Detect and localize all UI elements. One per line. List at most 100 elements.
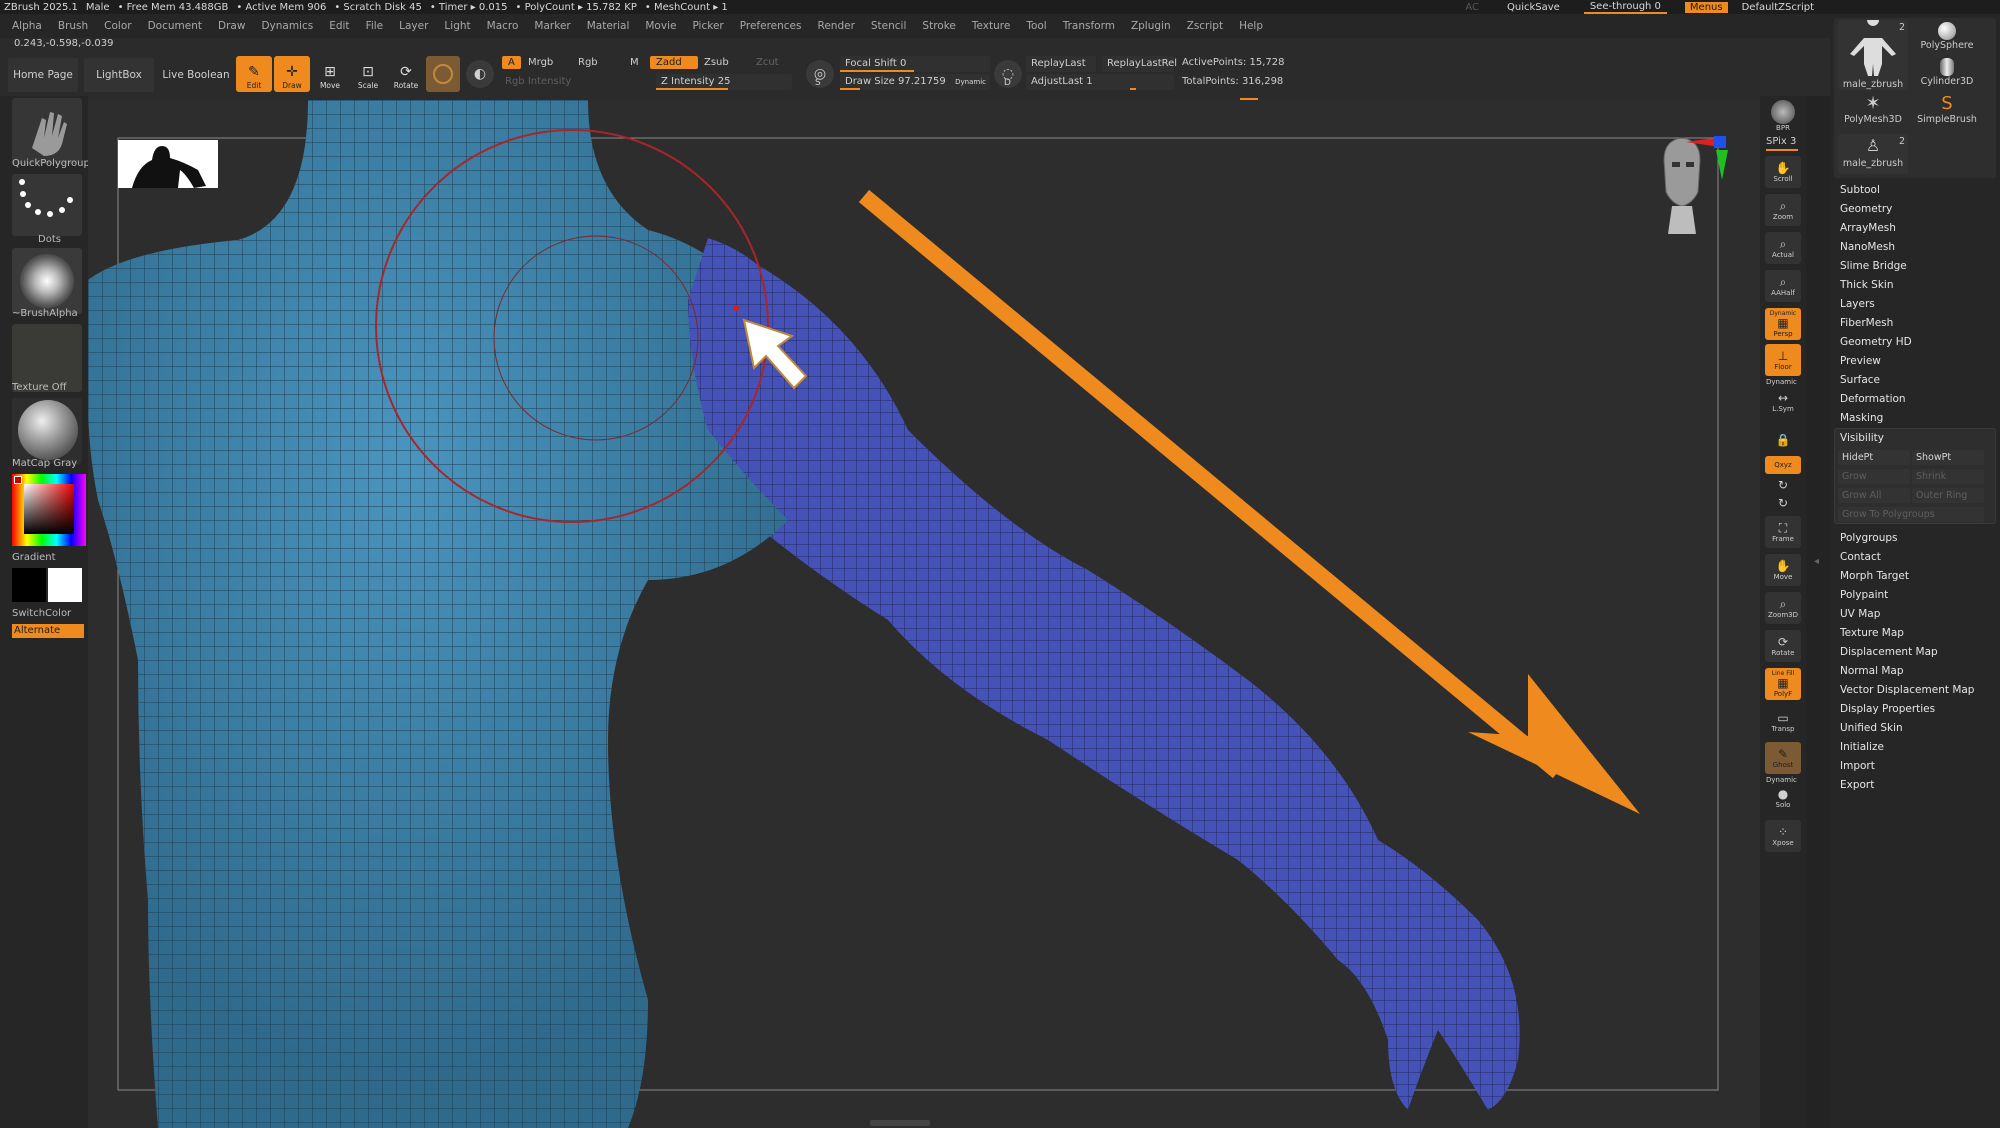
actual-button[interactable]: ⌕ Actual <box>1765 232 1801 264</box>
polypaint-menu[interactable]: Polypaint <box>1840 589 1888 601</box>
menu-stroke[interactable]: Stroke <box>914 20 963 32</box>
zadd-button[interactable]: Zadd <box>650 56 698 69</box>
menu-macro[interactable]: Macro <box>479 20 527 32</box>
rgb-button[interactable]: Rgb <box>578 57 598 68</box>
rotate3d-button[interactable]: ⟳ Rotate <box>1765 630 1801 662</box>
scroll-button[interactable]: ✋ Scroll <box>1765 156 1801 188</box>
uv-map-menu[interactable]: UV Map <box>1840 608 1880 620</box>
fibermesh-menu[interactable]: FiberMesh <box>1840 317 1893 329</box>
palette-divider[interactable]: ◂ <box>1806 96 1830 1128</box>
move3d-button[interactable]: ✋ Move <box>1765 554 1801 586</box>
vector-displacement-map-menu[interactable]: Vector Displacement Map <box>1840 684 1974 696</box>
secondary-color-swatch[interactable] <box>48 568 82 602</box>
rotate-y-button[interactable]: ↻ <box>1765 476 1801 494</box>
tool-thumb-simplebrush[interactable]: S SimpleBrush <box>1912 94 1982 132</box>
menu-movie[interactable]: Movie <box>637 20 684 32</box>
m-button[interactable]: M <box>630 57 639 68</box>
adjustlast-slider[interactable]: AdjustLast 1 <box>1026 74 1174 90</box>
zoom-button[interactable]: ⌕ Zoom <box>1765 194 1801 226</box>
menu-layer[interactable]: Layer <box>391 20 436 32</box>
persp-button[interactable]: Dynamic ▦ Persp <box>1765 308 1801 340</box>
preview-menu[interactable]: Preview <box>1840 355 1881 367</box>
zoom3d-button[interactable]: ⌕ Zoom3D <box>1765 592 1801 624</box>
ghost-button[interactable]: ✎ Ghost <box>1765 742 1801 774</box>
edit-mode-button[interactable]: ✎ Edit <box>236 56 272 92</box>
draw-size-slider[interactable]: Draw Size 97.21759 Dynamic <box>840 74 990 90</box>
menu-brush[interactable]: Brush <box>50 20 96 32</box>
menu-help[interactable]: Help <box>1231 20 1271 32</box>
menu-stencil[interactable]: Stencil <box>863 20 915 32</box>
menu-draw[interactable]: Draw <box>210 20 253 32</box>
export-menu[interactable]: Export <box>1840 779 1874 791</box>
menu-dynamics[interactable]: Dynamics <box>253 20 321 32</box>
rotate-z-button[interactable]: ↻ <box>1765 494 1801 512</box>
torso-polygroup[interactable] <box>88 100 796 1128</box>
menu-tool[interactable]: Tool <box>1018 20 1054 32</box>
layers-menu[interactable]: Layers <box>1840 298 1875 310</box>
unified-skin-menu[interactable]: Unified Skin <box>1840 722 1903 734</box>
menu-alpha[interactable]: Alpha <box>0 20 50 32</box>
grow-all-button[interactable]: Grow All <box>1838 488 1910 503</box>
contact-menu[interactable]: Contact <box>1840 551 1881 563</box>
menu-material[interactable]: Material <box>579 20 638 32</box>
initialize-menu[interactable]: Initialize <box>1840 741 1884 753</box>
z-intensity-slider[interactable]: Z Intensity 25 <box>656 74 792 90</box>
deformation-menu[interactable]: Deformation <box>1840 393 1906 405</box>
grow-to-polygroups-button[interactable]: Grow To Polygroups <box>1838 507 1984 522</box>
lsym-button[interactable]: ↔ L.Sym <box>1765 386 1801 418</box>
a-button[interactable]: A <box>502 56 521 69</box>
collapse-handle-icon[interactable]: ◂ <box>1814 556 1819 567</box>
menu-edit[interactable]: Edit <box>321 20 357 32</box>
menu-preferences[interactable]: Preferences <box>732 20 810 32</box>
draw-mode-button[interactable]: ✛ Draw <box>274 56 310 92</box>
outer-ring-button[interactable]: Outer Ring <box>1912 488 1984 503</box>
menu-file[interactable]: File <box>358 20 392 32</box>
scale-mode-button[interactable]: ⊡ Scale <box>350 56 386 92</box>
grow-button[interactable]: Grow <box>1838 469 1910 484</box>
rgb-intensity-slider[interactable]: Rgb Intensity <box>500 74 650 90</box>
tool-thumb-male-zbrush-2[interactable]: ♙ male_zbrush 2 <box>1838 134 1908 174</box>
subtool-menu[interactable]: Subtool <box>1840 184 1880 196</box>
material-swatch-button[interactable] <box>426 56 460 92</box>
bpr-button[interactable]: BPR <box>1765 100 1801 132</box>
material-thumbnail[interactable] <box>12 398 82 464</box>
polygroups-menu[interactable]: Polygroups <box>1840 532 1897 544</box>
zcut-button[interactable]: Zcut <box>756 57 779 68</box>
replaylastrel-button[interactable]: ReplayLastRel <box>1102 56 1177 72</box>
live-boolean-button[interactable]: Live Boolean <box>160 58 232 92</box>
menu-transform[interactable]: Transform <box>1055 20 1123 32</box>
transp-button[interactable]: ▭ Transp <box>1765 706 1801 738</box>
brush-thumbnail[interactable] <box>12 98 82 164</box>
import-menu[interactable]: Import <box>1840 760 1875 772</box>
tool-thumb-cylinder3d[interactable]: Cylinder3D <box>1912 56 1982 90</box>
document-canvas[interactable] <box>88 100 1760 1128</box>
menu-color[interactable]: Color <box>96 20 139 32</box>
viewport-svg[interactable] <box>88 100 1760 1128</box>
solo-button[interactable]: ● Solo <box>1765 782 1801 814</box>
hidept-button[interactable]: HidePt <box>1838 450 1910 465</box>
menu-render[interactable]: Render <box>810 20 863 32</box>
xyz-button[interactable]: Qxyz <box>1765 456 1801 474</box>
primary-color-swatch[interactable] <box>12 568 46 602</box>
focal-shift-slider[interactable]: Focal Shift 0 <box>840 56 990 72</box>
arm-polygroup[interactable] <box>708 240 1520 1110</box>
display-properties-menu[interactable]: Display Properties <box>1840 703 1935 715</box>
home-page-button[interactable]: Home Page <box>8 58 78 92</box>
lightbox-button[interactable]: LightBox <box>84 58 154 92</box>
floor-button[interactable]: ⊥ Floor <box>1765 344 1801 376</box>
rotate-mode-button[interactable]: ⟳ Rotate <box>388 56 424 92</box>
alternate-button[interactable]: Alternate <box>12 624 84 638</box>
seethrough-slider[interactable]: See-through 0 <box>1583 1 1667 14</box>
color-picker[interactable] <box>12 474 86 546</box>
switchcolor-button[interactable]: SwitchColor <box>12 608 86 619</box>
slime-bridge-menu[interactable]: Slime Bridge <box>1840 260 1907 272</box>
gradient-label[interactable]: Gradient <box>12 552 86 563</box>
symmetry-icon[interactable]: ◐ <box>466 60 494 88</box>
aahalf-button[interactable]: ⌕ AAHalf <box>1765 270 1801 302</box>
navigation-thumbnail[interactable] <box>118 140 218 188</box>
menu-zscript[interactable]: Zscript <box>1179 20 1231 32</box>
displacement-map-menu[interactable]: Displacement Map <box>1840 646 1938 658</box>
dynamic-label[interactable]: Dynamic <box>955 74 986 90</box>
xpose-button[interactable]: ⁘ Xpose <box>1765 820 1801 852</box>
replaylast-button[interactable]: ReplayLast <box>1026 56 1096 72</box>
